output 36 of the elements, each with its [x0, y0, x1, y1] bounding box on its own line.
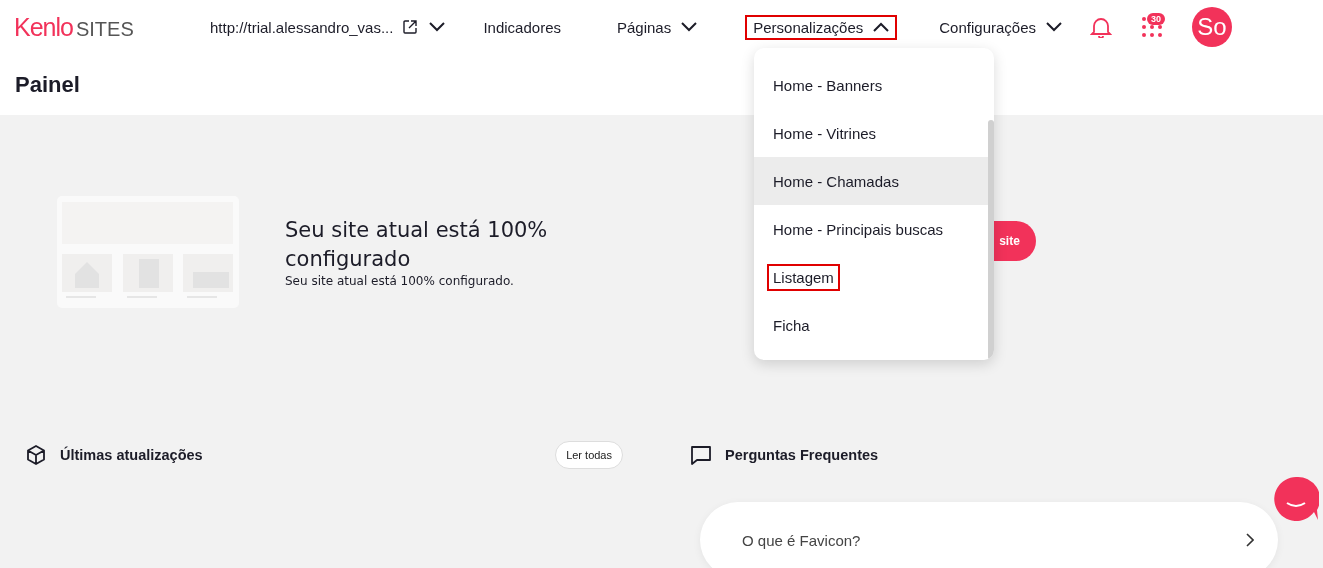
nav-menu-item[interactable]: Páginas — [609, 14, 706, 40]
chevron-right-icon — [1246, 533, 1254, 547]
hero-subtitle: Seu site atual está 100% configurado. — [285, 273, 515, 288]
chat-launcher-icon[interactable] — [1273, 476, 1319, 522]
notification-count: 30 — [1147, 13, 1165, 25]
nav-menu-item[interactable]: Indicadores — [475, 14, 569, 40]
nav-menu-item[interactable]: Personalizações — [745, 14, 898, 40]
logo-product: SITES — [75, 17, 134, 41]
section-title: Perguntas Frequentes — [725, 447, 880, 463]
user-avatar[interactable]: So — [1192, 7, 1232, 47]
faq-question[interactable]: O que é Favicon? — [700, 502, 1278, 568]
chat-bubble-icon — [690, 444, 712, 466]
site-url[interactable]: http://trial.alessandro_vas... — [210, 18, 394, 36]
kenlo-sites-logo[interactable]: KenloSITES — [14, 12, 204, 42]
apps-grid-icon[interactable] — [1142, 17, 1162, 37]
external-link-icon[interactable] — [403, 20, 418, 34]
read-all-button[interactable]: Ler todas — [555, 441, 623, 469]
cube-icon — [25, 444, 47, 466]
chevron-down-icon — [1046, 22, 1062, 32]
page-title: Painel — [15, 71, 80, 98]
nav-menu-item[interactable]: Configurações — [931, 14, 1070, 40]
chevron-down-icon — [681, 22, 698, 32]
section-title: Últimas atualizações — [60, 447, 204, 463]
menu-item-label[interactable]: Home - Banners — [767, 71, 889, 99]
chevron-up-icon — [873, 22, 890, 32]
menu-item-label[interactable]: Home - Vitrines — [767, 119, 883, 147]
menu-item-label[interactable]: Listagem — [767, 263, 840, 291]
menu-item[interactable]: Home - Chamadas — [754, 157, 988, 205]
menu-item-label[interactable]: Home - Chamadas — [767, 167, 905, 195]
bell-icon[interactable] — [1090, 16, 1112, 38]
hero-title: Seu site atual está 100% configurado — [285, 216, 549, 273]
logo-brand: Kenlo — [14, 12, 73, 42]
scrollbar[interactable] — [988, 120, 994, 360]
menu-item-label[interactable]: Ficha — [767, 311, 816, 339]
menu-item-label[interactable]: Home - Principais buscas — [767, 215, 950, 243]
chevron-down-icon — [429, 22, 446, 32]
